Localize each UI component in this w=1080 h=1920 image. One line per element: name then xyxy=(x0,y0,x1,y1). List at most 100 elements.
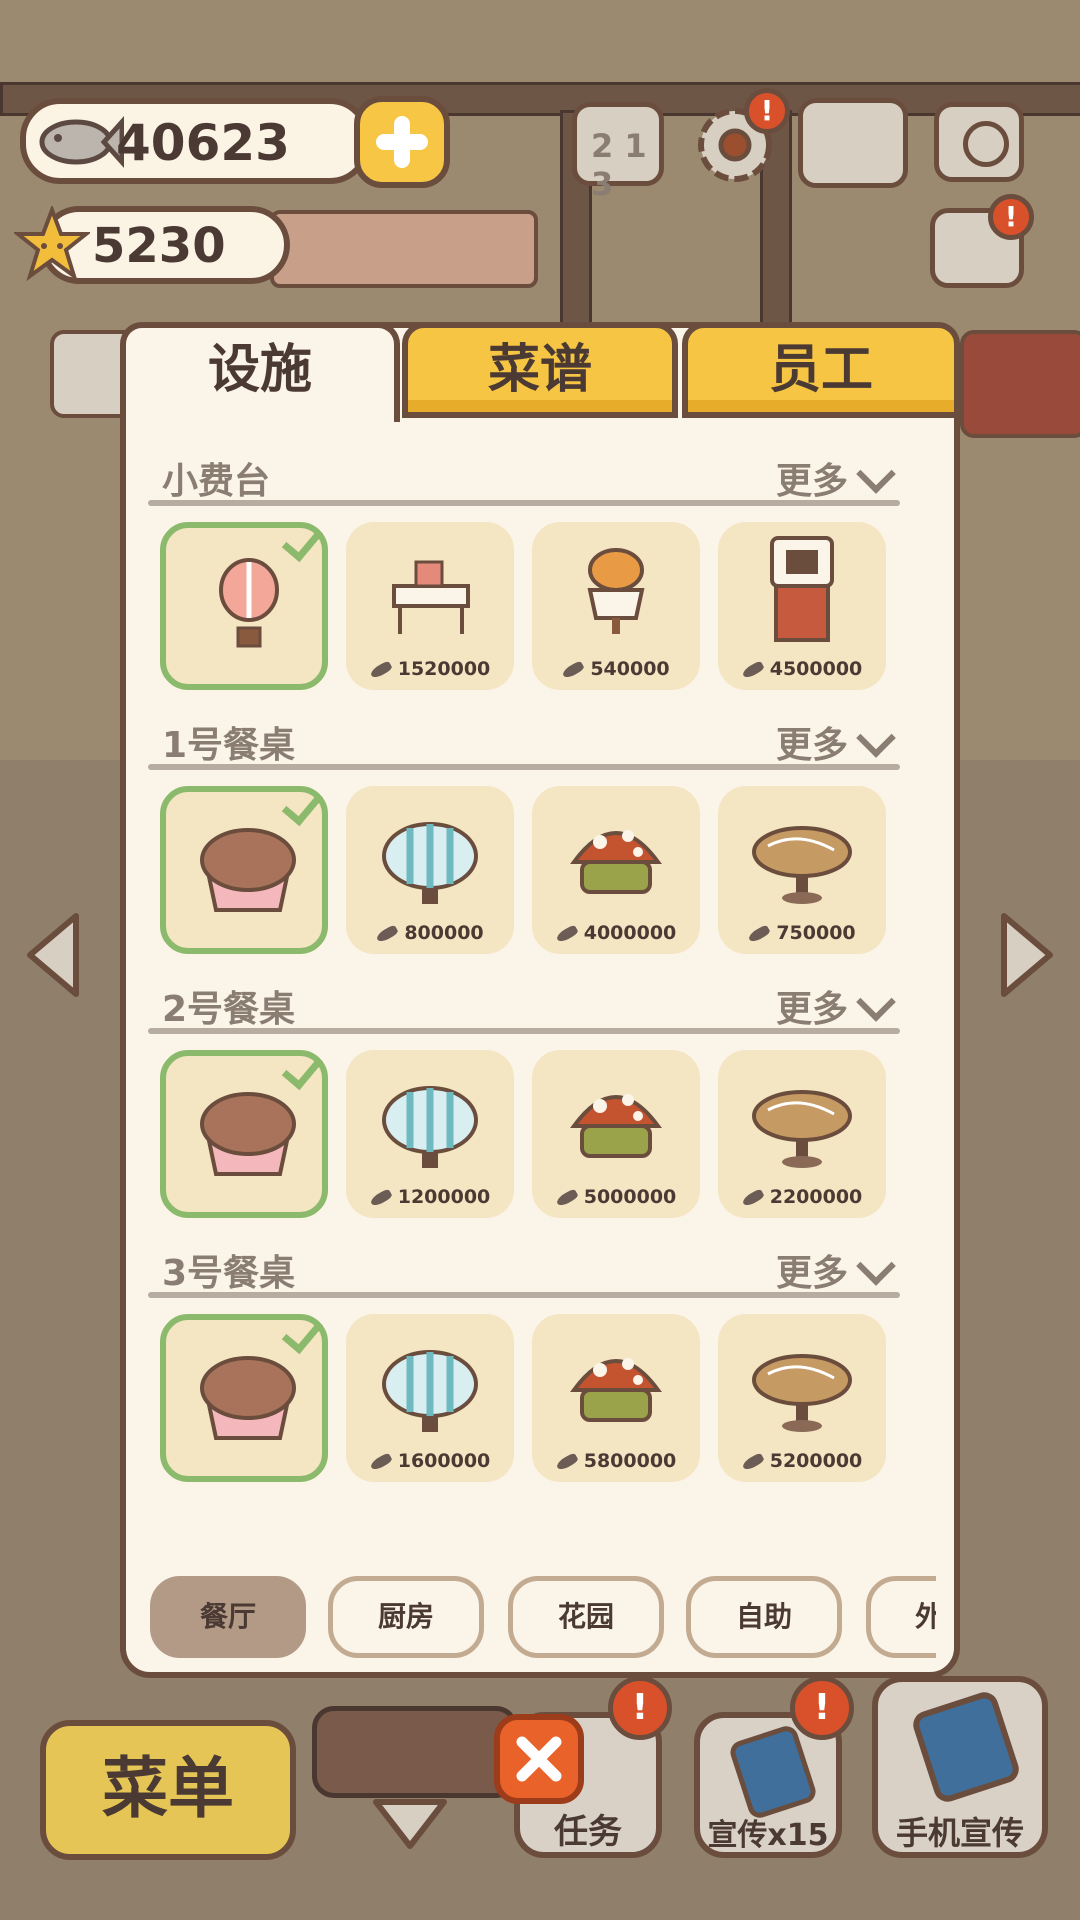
fish-icon xyxy=(368,659,393,680)
item-card[interactable]: 5800000 xyxy=(532,1314,700,1482)
fish-icon xyxy=(554,1187,579,1208)
pumpkin-stand-icon xyxy=(587,548,645,634)
close-icon xyxy=(516,1736,562,1782)
item-card-owned[interactable] xyxy=(160,782,328,954)
fish-icon xyxy=(740,659,765,680)
tab-facilities[interactable]: 设施 xyxy=(120,322,400,422)
fish-icon xyxy=(554,923,579,944)
close-button[interactable] xyxy=(494,1714,584,1804)
ranking-icon[interactable]: 2 1 3 xyxy=(572,102,664,203)
item-card-owned[interactable] xyxy=(160,1310,328,1482)
chocolate-cupcake-table-icon xyxy=(200,1092,296,1176)
brick-chimney-icon xyxy=(770,536,834,642)
chocolate-cupcake-table-icon xyxy=(200,1356,296,1440)
category-buffet[interactable]: 自助 xyxy=(686,1576,842,1658)
item-card[interactable]: 1520000 xyxy=(346,522,514,690)
gift-desk-icon xyxy=(392,560,470,634)
price-label: 750000 xyxy=(776,922,856,944)
add-fish-button[interactable] xyxy=(354,96,450,188)
fish-icon xyxy=(740,1451,765,1472)
price-label: 1200000 xyxy=(397,1186,491,1208)
left-arrow-icon[interactable] xyxy=(22,910,84,1000)
more-button[interactable]: 更多 xyxy=(776,452,848,504)
promo-alert-badge: ! xyxy=(790,1676,854,1740)
fish-icon xyxy=(740,1187,765,1208)
mushroom-table-icon xyxy=(570,830,662,894)
item-card[interactable]: 750000 xyxy=(718,786,886,954)
price-label: 540000 xyxy=(590,658,670,680)
cake-sign-icon xyxy=(960,330,1080,438)
striped-macaron-table-icon xyxy=(382,1350,478,1432)
star-count: 5230 xyxy=(92,218,226,274)
fish-count: 40623 xyxy=(116,114,290,172)
section-title: 3号餐桌 xyxy=(162,1253,296,1294)
menu-button[interactable]: 菜单 xyxy=(40,1720,296,1860)
settings-alert-badge: ! xyxy=(744,88,790,134)
task-alert-badge: ! xyxy=(608,1676,672,1740)
mushroom-table-icon xyxy=(570,1094,662,1158)
tab-recipes[interactable]: 菜谱 xyxy=(402,322,678,418)
item-card[interactable]: 1600000 xyxy=(346,1314,514,1482)
section-divider xyxy=(148,1028,900,1034)
right-arrow-icon[interactable] xyxy=(996,910,1058,1000)
category-kitchen[interactable]: 厨房 xyxy=(328,1576,484,1658)
recipe-book-icon[interactable] xyxy=(798,98,908,188)
fish-icon xyxy=(554,1451,579,1472)
fish-icon xyxy=(368,1187,393,1208)
price-label: 800000 xyxy=(404,922,484,944)
fish-currency-bar: 40623 xyxy=(20,98,370,184)
wooden-round-table-icon xyxy=(752,1090,852,1168)
price-label: 4000000 xyxy=(583,922,677,944)
wooden-round-table-icon xyxy=(752,1354,852,1432)
price-label: 4500000 xyxy=(769,658,863,680)
item-card-owned[interactable] xyxy=(160,1046,328,1218)
fish-icon xyxy=(39,116,124,168)
more-button[interactable]: 更多 xyxy=(776,716,848,768)
fish-icon xyxy=(368,1451,393,1472)
price-label: 5800000 xyxy=(583,1450,677,1472)
section-divider xyxy=(148,1292,900,1298)
item-card[interactable]: 2200000 xyxy=(718,1050,886,1218)
hot-air-balloon-icon xyxy=(219,558,279,648)
chevron-down-icon[interactable] xyxy=(370,1796,450,1852)
fish-icon xyxy=(561,659,586,680)
category-garden[interactable]: 花园 xyxy=(508,1576,664,1658)
price-label: 1600000 xyxy=(397,1450,491,1472)
price-label: 5200000 xyxy=(769,1450,863,1472)
more-button[interactable]: 更多 xyxy=(776,980,848,1032)
striped-macaron-table-icon xyxy=(382,822,478,904)
item-card[interactable]: 4000000 xyxy=(532,786,700,954)
item-card-owned[interactable] xyxy=(160,518,328,690)
item-card[interactable]: 5000000 xyxy=(532,1050,700,1218)
mushroom-table-icon xyxy=(570,1358,662,1422)
chocolate-cupcake-table-icon xyxy=(200,828,296,912)
item-card[interactable]: 800000 xyxy=(346,786,514,954)
camera-icon[interactable] xyxy=(934,102,1024,182)
section-divider xyxy=(148,764,900,770)
category-restaurant[interactable]: 餐厅 xyxy=(150,1576,306,1658)
tab-staff[interactable]: 员工 xyxy=(682,322,960,418)
item-card[interactable]: 540000 xyxy=(532,522,700,690)
section-title: 1号餐桌 xyxy=(162,725,296,766)
price-label: 1520000 xyxy=(397,658,491,680)
fish-icon xyxy=(375,923,400,944)
more-button[interactable]: 更多 xyxy=(776,1244,848,1296)
item-card[interactable]: 5200000 xyxy=(718,1314,886,1482)
notice-alert-badge: ! xyxy=(988,194,1034,240)
phone-promo-label: 手机宣传 xyxy=(895,1814,1024,1852)
item-card[interactable]: 4500000 xyxy=(718,522,886,690)
wooden-round-table-icon xyxy=(752,826,852,904)
price-label: 5000000 xyxy=(583,1186,677,1208)
star-icon xyxy=(14,206,90,282)
sofa-decoration xyxy=(312,1706,518,1798)
category-bar: 餐厅 厨房 花园 自助 外 xyxy=(150,1570,936,1666)
category-outdoor[interactable]: 外 xyxy=(866,1576,936,1658)
section-title: 小费台 xyxy=(162,461,271,502)
promo-label: 宣传x15 xyxy=(707,1818,829,1853)
awning xyxy=(270,210,538,288)
section-divider xyxy=(148,500,900,506)
task-label: 任务 xyxy=(554,1812,622,1852)
striped-macaron-table-icon xyxy=(382,1086,478,1168)
item-card[interactable]: 1200000 xyxy=(346,1050,514,1218)
price-label: 2200000 xyxy=(769,1186,863,1208)
